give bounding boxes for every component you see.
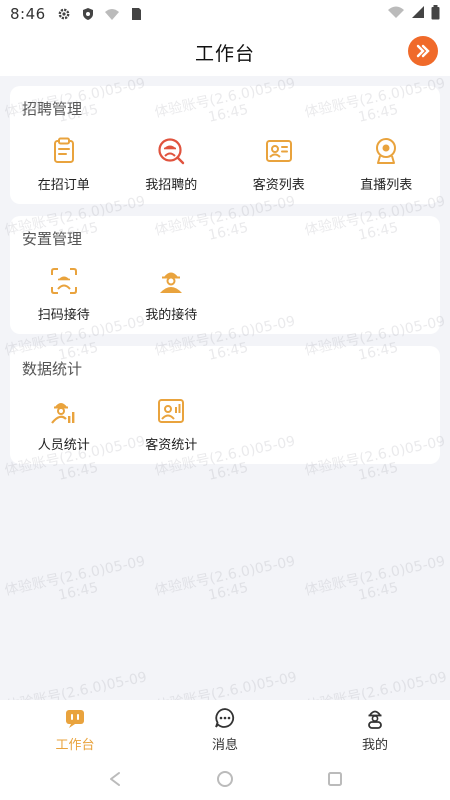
recruit-open-orders-label: 在招订单 [37,178,90,193]
watermark: 体验账号(2.6.0)05-09 16:45 [3,553,150,614]
placement-scan-reception-label: 扫码接待 [37,308,90,323]
placement-card: 安置管理 扫码接待 我的接待 [10,216,440,334]
system-nav-bar [0,758,450,800]
watermark-line2: 16:45 [56,579,100,604]
wifi-icon [387,5,405,23]
tab-messages-label: 消息 [211,738,238,753]
avatar[interactable] [408,36,438,66]
watermark-line1: 体验账号(2.6.0)05-09 [3,553,147,599]
watermark-line2: 16:45 [206,579,250,604]
search-person-icon [158,138,185,165]
signal-icon [411,5,425,23]
recents-icon[interactable] [325,769,345,789]
worker-icon [160,272,183,293]
webcam-icon [376,138,397,164]
placement-scan-reception-button[interactable]: 扫码接待 [10,256,118,323]
section-title-stats: 数据统计 [22,360,83,378]
shield-icon [80,6,96,22]
sd-card-icon [128,6,144,22]
home-icon[interactable] [215,769,235,789]
clipboard-icon [53,137,74,163]
status-bar: 8:46 [0,0,450,28]
wifi-question-icon [104,6,120,22]
back-icon[interactable] [105,769,125,789]
tab-workbench-label: 工作台 [55,738,95,753]
stats-clients-button[interactable]: 客资统计 [118,386,226,453]
status-time: 8:46 [10,5,46,23]
watermark: 体验账号(2.6.0)05-09 16:45 [153,553,300,614]
watermark-line2: 16:45 [356,579,400,604]
watermark-line1: 体验账号(2.6.0)05-09 [153,553,297,599]
recruit-open-orders-button[interactable]: 在招订单 [10,126,118,193]
recruit-live-list-button[interactable]: 直播列表 [333,126,441,193]
scan-person-icon [50,268,77,294]
chat-bubble-icon [215,708,235,728]
logo-icon [416,44,430,58]
recruit-live-list-label: 直播列表 [360,178,413,193]
recruit-client-list-button[interactable]: 客资列表 [225,126,333,193]
tab-mine-label: 我的 [361,738,388,753]
recruit-card: 招聘管理 在招订单 我招聘的 客资列表 直播列表 [10,86,440,204]
user-icon [368,710,382,729]
contact-card-icon [265,140,292,162]
section-title-recruit: 招聘管理 [22,100,83,118]
watermark: 体验账号(2.6.0)05-09 16:45 [303,553,450,614]
tab-messages[interactable]: 消息 [150,700,300,758]
stats-clients-label: 客资统计 [145,438,198,453]
tab-workbench[interactable]: 工作台 [0,700,150,758]
stats-card: 数据统计 人员统计 客资统计 [10,346,440,464]
watermark-line1: 体验账号(2.6.0)05-09 [303,553,447,599]
tab-mine[interactable]: 我的 [300,700,450,758]
recruit-my-hires-button[interactable]: 我招聘的 [118,126,226,193]
stats-personnel-label: 人员统计 [37,438,90,453]
recruit-my-hires-label: 我招聘的 [145,178,198,193]
placement-my-reception-label: 我的接待 [145,308,198,323]
page-title: 工作台 [194,42,255,65]
placement-my-reception-button[interactable]: 我的接待 [118,256,226,323]
worker-chart-icon [50,403,75,424]
stats-personnel-button[interactable]: 人员统计 [10,386,118,453]
settings-icon [56,6,72,22]
app-header: 工作台 [0,28,450,76]
profile-chart-icon [158,399,185,423]
battery-icon [431,4,440,24]
section-title-placement: 安置管理 [22,230,83,248]
bottom-tab-bar: 工作台 消息 我的 [0,700,450,758]
recruit-client-list-label: 客资列表 [252,178,305,193]
workbench-icon [66,710,84,728]
